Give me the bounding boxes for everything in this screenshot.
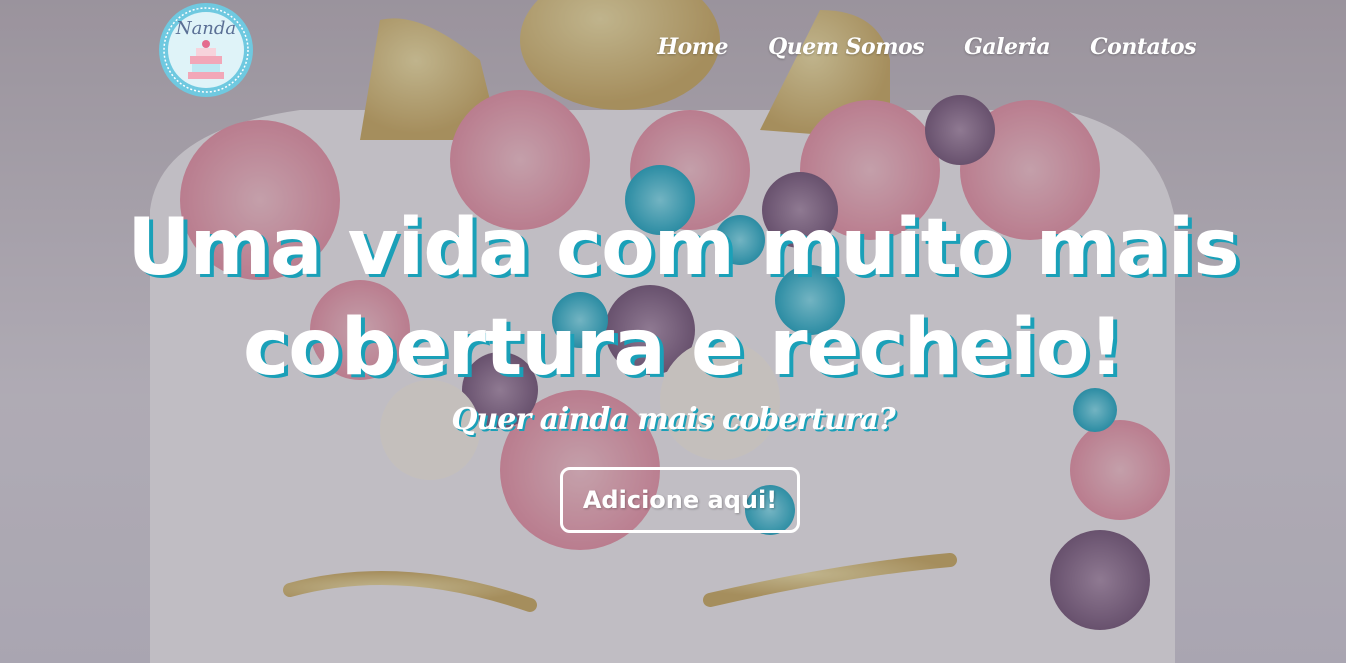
main-nav: Home Quem Somos Galeria Contatos — [657, 34, 1196, 60]
hero-section: Nanda Home Quem Somos Galeria Contatos U… — [0, 0, 1346, 663]
nav-link-galeria[interactable]: Galeria — [964, 34, 1051, 60]
add-topping-button[interactable]: Adicione aqui! — [560, 467, 800, 533]
nav-link-contatos[interactable]: Contatos — [1090, 34, 1196, 60]
nanda-logo[interactable]: Nanda — [158, 2, 254, 98]
hero-subheading: Quer ainda mais cobertura? — [451, 402, 895, 437]
nav-link-quem-somos[interactable]: Quem Somos — [768, 34, 925, 60]
hero-headline: Uma vida com muito mais cobertura e rech… — [127, 203, 1240, 393]
nav-link-home[interactable]: Home — [657, 34, 728, 60]
site-header: Nanda Home Quem Somos Galeria Contatos — [0, 0, 1346, 100]
logo-text: Nanda — [175, 18, 236, 39]
